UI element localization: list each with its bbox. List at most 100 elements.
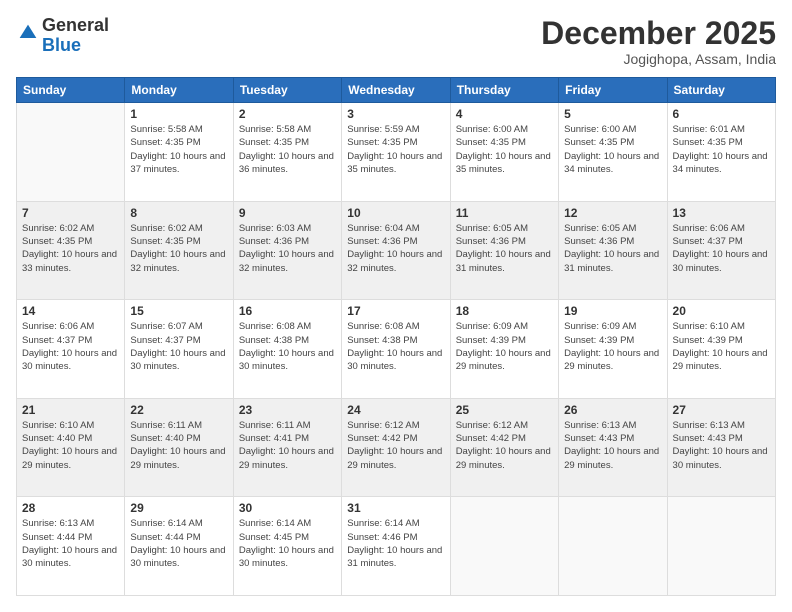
day-info: Sunrise: 6:02 AMSunset: 4:35 PMDaylight:… — [130, 222, 227, 275]
sunset-text: Sunset: 4:35 PM — [564, 137, 634, 148]
day-number: 2 — [239, 107, 336, 121]
calendar-cell: 16Sunrise: 6:08 AMSunset: 4:38 PMDayligh… — [233, 300, 341, 399]
sunrise-text: Sunrise: 6:02 AM — [22, 223, 94, 234]
sunrise-text: Sunrise: 5:59 AM — [347, 124, 419, 135]
logo-icon — [18, 23, 38, 43]
calendar-cell: 25Sunrise: 6:12 AMSunset: 4:42 PMDayligh… — [450, 398, 558, 497]
col-sunday: Sunday — [17, 78, 125, 103]
day-info: Sunrise: 6:13 AMSunset: 4:43 PMDaylight:… — [673, 419, 770, 472]
daylight-text: Daylight: 10 hours and 31 minutes. — [347, 545, 442, 569]
day-number: 5 — [564, 107, 661, 121]
daylight-text: Daylight: 10 hours and 35 minutes. — [456, 151, 551, 175]
sunrise-text: Sunrise: 6:05 AM — [456, 223, 528, 234]
day-info: Sunrise: 5:58 AMSunset: 4:35 PMDaylight:… — [239, 123, 336, 176]
day-number: 29 — [130, 501, 227, 515]
daylight-text: Daylight: 10 hours and 30 minutes. — [347, 348, 442, 372]
day-number: 3 — [347, 107, 444, 121]
day-number: 1 — [130, 107, 227, 121]
calendar-cell: 14Sunrise: 6:06 AMSunset: 4:37 PMDayligh… — [17, 300, 125, 399]
daylight-text: Daylight: 10 hours and 30 minutes. — [22, 545, 117, 569]
calendar-week-row: 1Sunrise: 5:58 AMSunset: 4:35 PMDaylight… — [17, 103, 776, 202]
col-friday: Friday — [559, 78, 667, 103]
sunrise-text: Sunrise: 6:12 AM — [347, 420, 419, 431]
day-number: 4 — [456, 107, 553, 121]
daylight-text: Daylight: 10 hours and 32 minutes. — [239, 249, 334, 273]
col-wednesday: Wednesday — [342, 78, 450, 103]
day-number: 7 — [22, 206, 119, 220]
calendar-cell: 29 Sunrise: 6:14 AMSunset: 4:44 PMDayligh… — [125, 497, 233, 596]
logo-text: General Blue — [42, 16, 109, 56]
day-info: Sunrise: 6:14 AMSunset: 4:45 PMDaylight:… — [239, 517, 336, 570]
calendar-cell — [450, 497, 558, 596]
day-number: 17 — [347, 304, 444, 318]
sunrise-text: Sunrise: 6:11 AM — [130, 420, 202, 431]
calendar-cell: 19Sunrise: 6:09 AMSunset: 4:39 PMDayligh… — [559, 300, 667, 399]
calendar-cell: 28 Sunrise: 6:13 AMSunset: 4:44 PMDayligh… — [17, 497, 125, 596]
sunrise-text: Sunrise: 6:04 AM — [347, 223, 419, 234]
daylight-text: Daylight: 10 hours and 30 minutes. — [673, 249, 768, 273]
day-info: Sunrise: 6:11 AMSunset: 4:40 PMDaylight:… — [130, 419, 227, 472]
sunset-text: Sunset: 4:46 PM — [347, 532, 417, 543]
day-number: 27 — [673, 403, 770, 417]
daylight-text: Daylight: 10 hours and 29 minutes. — [347, 446, 442, 470]
sunrise-text: Sunrise: 5:58 AM — [130, 124, 202, 135]
sunset-text: Sunset: 4:39 PM — [564, 335, 634, 346]
sunset-text: Sunset: 4:36 PM — [347, 236, 417, 247]
sunrise-text: Sunrise: 6:09 AM — [564, 321, 636, 332]
calendar-cell: 12Sunrise: 6:05 AMSunset: 4:36 PMDayligh… — [559, 201, 667, 300]
day-number: 31 — [347, 501, 444, 515]
col-saturday: Saturday — [667, 78, 775, 103]
day-number: 15 — [130, 304, 227, 318]
day-info: Sunrise: 6:06 AM Sunset: 4:37 PM Daylight:… — [22, 320, 119, 373]
sunrise-text: Sunrise: 6:06 AM — [22, 321, 94, 332]
daylight-text: Daylight: 10 hours and 30 minutes. — [239, 348, 334, 372]
daylight-text: Daylight: 10 hours and 32 minutes. — [130, 249, 225, 273]
daylight-text: Daylight: 10 hours and 30 minutes. — [22, 348, 117, 372]
location: Jogighopa, Assam, India — [541, 51, 776, 67]
day-info: Sunrise: 6:10 AMSunset: 4:40 PMDaylight:… — [22, 419, 119, 472]
sunset-text: Sunset: 4:35 PM — [456, 137, 526, 148]
sunset-text: Sunset: 4:40 PM — [130, 433, 200, 444]
calendar-cell: 7Sunrise: 6:02 AMSunset: 4:35 PMDaylight… — [17, 201, 125, 300]
day-info: Sunrise: 5:59 AMSunset: 4:35 PMDaylight:… — [347, 123, 444, 176]
calendar-cell: 27 Sunrise: 6:13 AMSunset: 4:43 PMDayligh… — [667, 398, 775, 497]
day-number: 28 — [22, 501, 119, 515]
sunrise-text: Sunrise: 6:00 AM — [456, 124, 528, 135]
calendar-cell: 17Sunrise: 6:08 AMSunset: 4:38 PMDayligh… — [342, 300, 450, 399]
sunrise-text: Sunrise: 6:10 AM — [22, 420, 94, 431]
daylight-text: Daylight: 10 hours and 29 minutes. — [564, 348, 659, 372]
sunrise-text: Sunrise: 6:14 AM — [347, 518, 419, 529]
sunset-text: Sunset: 4:41 PM — [239, 433, 309, 444]
calendar-cell: 3 Sunrise: 5:59 AMSunset: 4:35 PMDaylight… — [342, 103, 450, 202]
day-info: Sunrise: 6:14 AMSunset: 4:44 PMDaylight:… — [130, 517, 227, 570]
sunset-text: Sunset: 4:45 PM — [239, 532, 309, 543]
calendar-cell: 5 Sunrise: 6:00 AM Sunset: 4:35 PM Daylight… — [559, 103, 667, 202]
calendar-cell: 31 Sunrise: 6:14 AM Sunset: 4:46 PM Dayligh… — [342, 497, 450, 596]
daylight-text: Daylight: 10 hours and 37 minutes. — [130, 151, 225, 175]
day-number: 23 — [239, 403, 336, 417]
day-number: 21 — [22, 403, 119, 417]
header-row: Sunday Monday Tuesday Wednesday Thursday… — [17, 78, 776, 103]
sunset-text: Sunset: 4:43 PM — [564, 433, 634, 444]
daylight-text: Daylight: 10 hours and 36 minutes. — [239, 151, 334, 175]
calendar-cell: 22Sunrise: 6:11 AMSunset: 4:40 PMDayligh… — [125, 398, 233, 497]
day-number: 30 — [239, 501, 336, 515]
sunset-text: Sunset: 4:37 PM — [22, 335, 92, 346]
day-info: Sunrise: 6:13 AMSunset: 4:44 PMDaylight:… — [22, 517, 119, 570]
daylight-text: Daylight: 10 hours and 34 minutes. — [564, 151, 659, 175]
day-info: Sunrise: 6:07 AMSunset: 4:37 PMDaylight:… — [130, 320, 227, 373]
day-number: 20 — [673, 304, 770, 318]
daylight-text: Daylight: 10 hours and 33 minutes. — [22, 249, 117, 273]
day-info: Sunrise: 6:09 AMSunset: 4:39 PMDaylight:… — [456, 320, 553, 373]
sunset-text: Sunset: 4:43 PM — [673, 433, 743, 444]
col-monday: Monday — [125, 78, 233, 103]
calendar-cell: 20Sunrise: 6:10 AMSunset: 4:39 PMDayligh… — [667, 300, 775, 399]
calendar-cell: 21 Sunrise: 6:10 AMSunset: 4:40 PMDayligh… — [17, 398, 125, 497]
sunrise-text: Sunrise: 6:08 AM — [239, 321, 311, 332]
daylight-text: Daylight: 10 hours and 29 minutes. — [456, 348, 551, 372]
sunrise-text: Sunrise: 6:00 AM — [564, 124, 636, 135]
day-number: 11 — [456, 206, 553, 220]
day-number: 8 — [130, 206, 227, 220]
calendar-week-row: 14Sunrise: 6:06 AMSunset: 4:37 PMDayligh… — [17, 300, 776, 399]
day-info: Sunrise: 6:06 AMSunset: 4:37 PMDaylight:… — [673, 222, 770, 275]
